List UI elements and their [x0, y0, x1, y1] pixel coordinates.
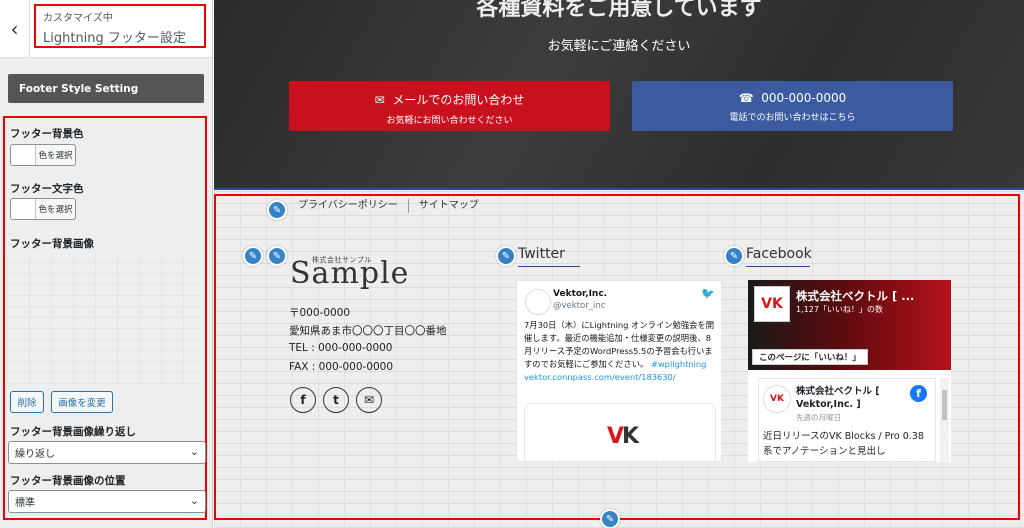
postal-code: 〒000-0000 — [289, 307, 351, 319]
post-author-avatar[interactable]: VK — [763, 385, 791, 413]
color-button-label: 色を選択 — [38, 205, 73, 215]
customizer-header: ‹ カスタマイズ中 Lightning フッター設定 — [0, 0, 212, 58]
section-heading[interactable]: Footer Style Setting — [8, 74, 204, 103]
footer-settings-box: フッター背景色 色を選択 フッター文字色 色を選択 フッター背景画像 削除 画像… — [3, 116, 207, 520]
back-button[interactable]: ‹ — [0, 0, 30, 58]
customizer-title-box: カスタマイズ中 Lightning フッター設定 — [34, 4, 206, 48]
facebook-page-plugin[interactable]: VK 株式会社ベクトル [ ... 1,127「いいね！」の数 このページに「い… — [748, 280, 951, 462]
facebook-likes-count: 1,127「いいね！」の数 — [796, 305, 883, 314]
post-time[interactable]: 先週の月曜日 — [796, 412, 841, 423]
tweet-account-name[interactable]: Vektor,Inc. — [553, 289, 607, 299]
site-preview: 各種資料をご用意しています お気軽にご連絡ください ✉ メールでのお問い合わせ … — [214, 0, 1024, 528]
cta-heading: 各種資料をご用意しています — [476, 0, 762, 21]
tel: TEL : 000-000-0000 — [289, 342, 393, 354]
edit-pencil-icon[interactable]: ✎ — [267, 200, 287, 220]
facebook-widget-title: Facebook — [746, 246, 812, 267]
twitter-timeline[interactable]: Vektor,Inc. @vektor_inc 🐦 7月30日（木）にLight… — [516, 280, 722, 463]
address: 愛知県あま市〇〇〇丁目〇〇番地 — [289, 325, 447, 337]
bg-color-label: フッター背景色 — [10, 128, 84, 140]
post-text: 近日リリースのVK Blocks / Pro 0.38 系でアノテーションと見出… — [763, 431, 924, 457]
like-label: このページに「いいね！」 — [759, 353, 861, 363]
chevron-left-icon: ‹ — [10, 17, 19, 41]
bg-color-button[interactable]: 色を選択 — [10, 144, 76, 166]
edit-pencil-icon[interactable]: ✎ — [496, 246, 516, 266]
facebook-page-name[interactable]: 株式会社ベクトル [ ... — [796, 288, 914, 304]
customizer-sidebar: ‹ カスタマイズ中 Lightning フッター設定 Footer Style … — [0, 0, 213, 528]
phone-button-sub: 電話でのお問い合わせはこちら — [729, 113, 856, 123]
footer-nav: プライバシーポリシー サイトマップ — [288, 199, 489, 213]
tweet-text: 7月30日（木）にLightning オンライン勉強会を開催します。最近の機能追… — [524, 319, 716, 384]
mail-button-sub: お気軽にお問い合わせください — [386, 116, 513, 126]
repeat-select[interactable]: 繰り返し ⌄ — [8, 441, 206, 464]
vk-logo: VK — [607, 424, 639, 449]
fax: FAX : 000-000-0000 — [289, 361, 394, 373]
avatar[interactable] — [525, 289, 551, 315]
facebook-like-button[interactable]: このページに「いいね！」 — [752, 349, 868, 365]
post-author-name[interactable]: 株式会社ベクトル [ Vektor,Inc. ] — [796, 385, 906, 411]
edit-pencil-icon[interactable]: ✎ — [600, 509, 620, 528]
tweet-link[interactable]: vektor.connpass.com/event/183630/ — [524, 372, 676, 382]
facebook-icon[interactable]: f — [290, 387, 316, 413]
color-swatch — [11, 145, 36, 165]
text-color-label: フッター文字色 — [10, 183, 84, 195]
facebook-scrollbar[interactable] — [940, 378, 949, 462]
phone-button-title: 000-000-0000 — [761, 91, 847, 105]
mail-icon[interactable]: ✉ — [356, 387, 382, 413]
edit-pencil-icon[interactable]: ✎ — [267, 246, 287, 266]
phone-icon: ☎ — [738, 91, 754, 105]
mail-icon: ✉ — [374, 93, 385, 107]
edit-pencil-icon[interactable]: ✎ — [243, 246, 263, 266]
edit-pencil-icon[interactable]: ✎ — [724, 246, 744, 266]
color-swatch — [11, 199, 36, 219]
facebook-icon[interactable]: f — [910, 385, 927, 402]
phone-contact-button[interactable]: ☎ 000-000-0000 電話でのお問い合わせはこちら — [632, 81, 953, 131]
facebook-page-logo[interactable]: VK — [754, 286, 790, 322]
position-select[interactable]: 標準 ⌄ — [8, 490, 206, 513]
facebook-cover: VK 株式会社ベクトル [ ... 1,127「いいね！」の数 このページに「い… — [748, 280, 951, 370]
customizing-label: カスタマイズ中 — [43, 13, 113, 24]
bg-image-preview[interactable] — [7, 254, 203, 384]
tweet-media-card[interactable]: VK — [524, 403, 716, 463]
panel-title: Lightning フッター設定 — [43, 31, 186, 46]
facebook-post[interactable]: VK 株式会社ベクトル [ Vektor,Inc. ] 先週の月曜日 f 近日リ… — [758, 378, 936, 462]
cta-subheading: お気軽にご連絡ください — [547, 39, 691, 54]
remove-image-button[interactable]: 削除 — [10, 391, 44, 413]
footer-logo[interactable]: Sample — [290, 256, 409, 291]
footer-nav-privacy[interactable]: プライバシーポリシー — [288, 199, 409, 213]
footer-nav-sitemap[interactable]: サイトマップ — [409, 199, 489, 213]
twitter-icon[interactable]: t — [323, 387, 349, 413]
color-button-label: 色を選択 — [38, 151, 73, 161]
change-image-button[interactable]: 画像を変更 — [51, 391, 113, 413]
text-color-button[interactable]: 色を選択 — [10, 198, 76, 220]
contact-cta-section: 各種資料をご用意しています お気軽にご連絡ください ✉ メールでのお問い合わせ … — [214, 0, 1024, 188]
repeat-label: フッター背景画像繰り返し — [10, 426, 136, 438]
mail-button-title: メールでのお問い合わせ — [392, 93, 525, 107]
bg-image-label: フッター背景画像 — [10, 238, 94, 250]
position-label: フッター背景画像の位置 — [10, 475, 126, 487]
twitter-widget-title: Twitter — [518, 246, 580, 267]
position-value: 標準 — [15, 498, 35, 509]
repeat-value: 繰り返し — [15, 449, 55, 460]
tweet-hashtag[interactable]: #wplightning — [651, 359, 706, 369]
chevron-down-icon: ⌄ — [189, 494, 199, 507]
chevron-down-icon: ⌄ — [189, 445, 199, 458]
mail-contact-button[interactable]: ✉ メールでのお問い合わせ お気軽にお問い合わせください — [289, 81, 610, 131]
tweet-handle[interactable]: @vektor_inc — [553, 301, 605, 311]
twitter-bird-icon[interactable]: 🐦 — [701, 287, 715, 300]
